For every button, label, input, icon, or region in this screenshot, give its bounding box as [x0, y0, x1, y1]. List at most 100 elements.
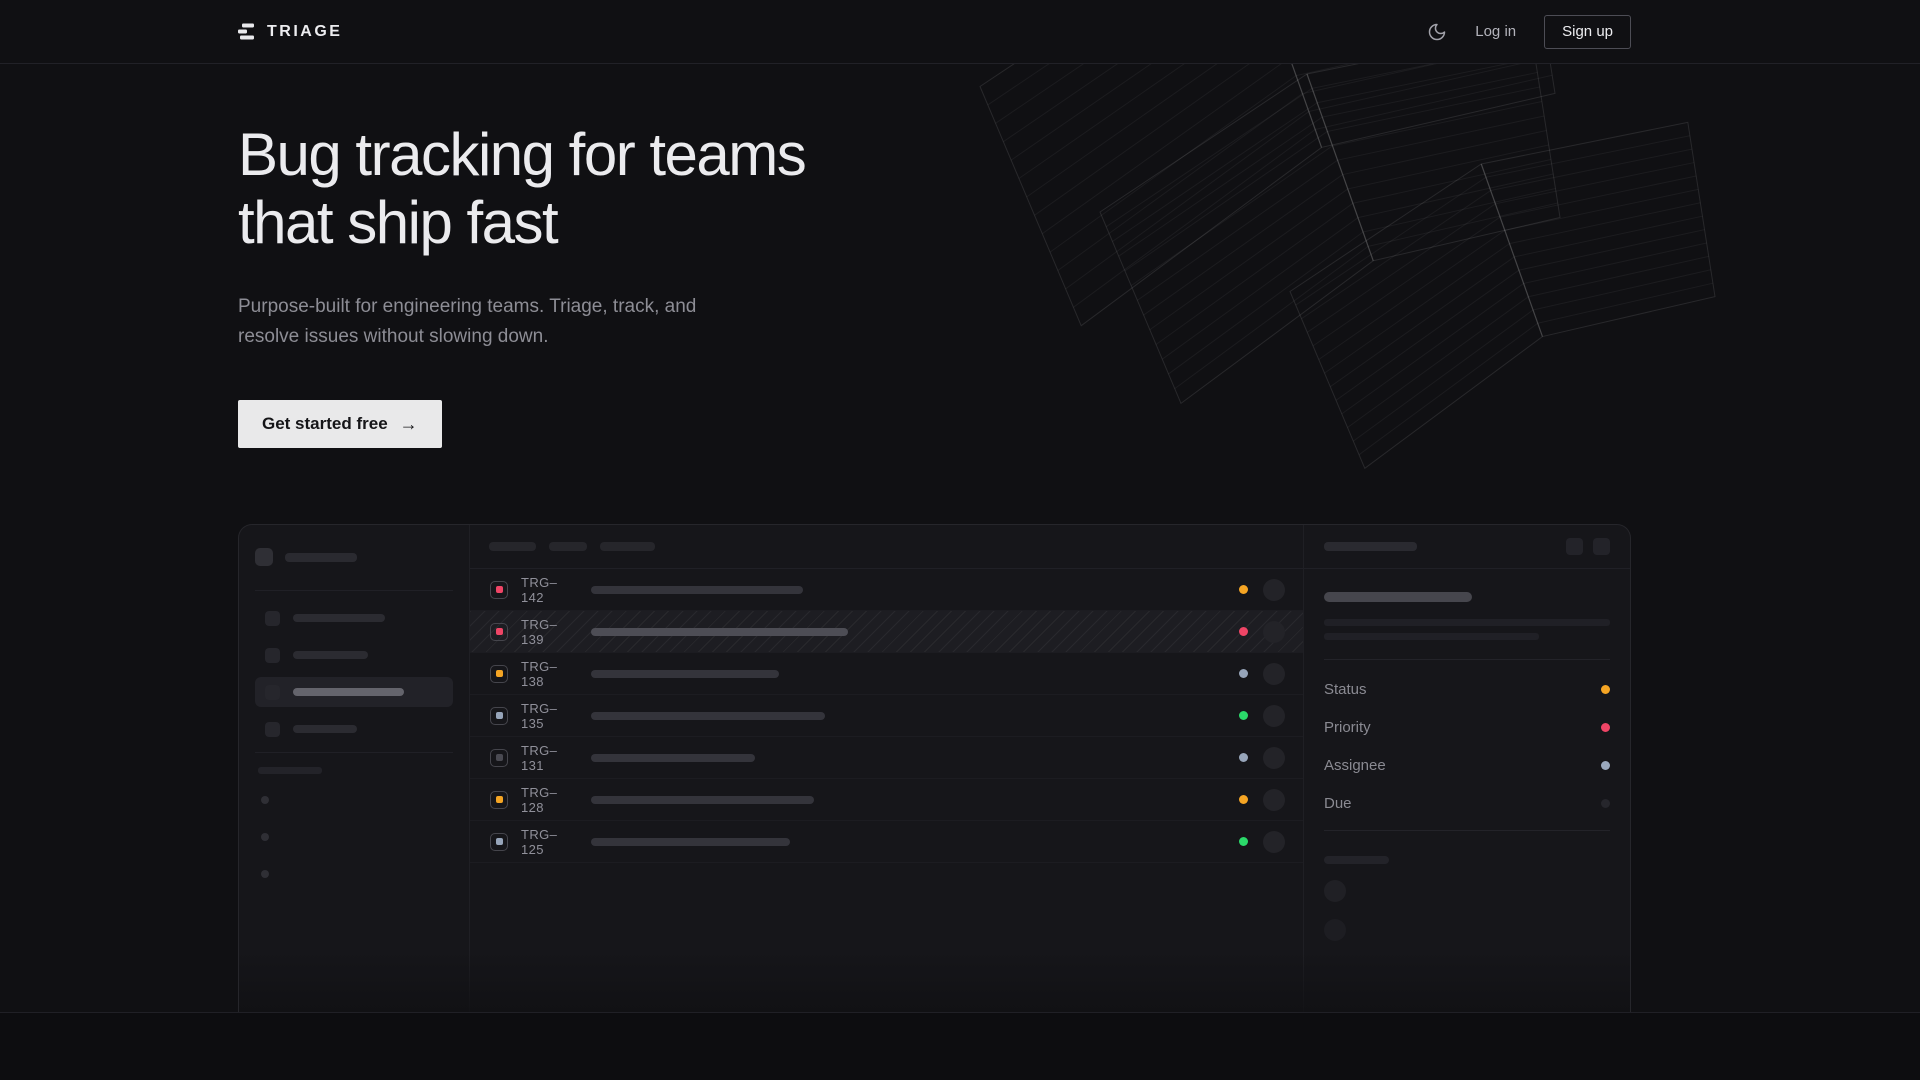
issue-detail-panel: Status Priority Assignee — [1303, 525, 1630, 1013]
issue-title-skeleton — [591, 712, 825, 720]
issue-type-icon — [490, 623, 508, 641]
detail-header — [1304, 525, 1630, 569]
issue-list-header — [470, 525, 1303, 569]
detail-fields: Status Priority Assignee — [1324, 670, 1610, 822]
issue-id: TRG–131 — [521, 743, 579, 773]
detail-field-value-dot — [1601, 723, 1610, 732]
activity-avatar — [1324, 880, 1346, 902]
issue-rows: TRG–142 TRG–139 — [470, 569, 1303, 863]
sidebar-item-skeleton — [293, 651, 368, 659]
nav-actions: Log in Sign up — [1427, 15, 1631, 49]
issue-title-skeleton — [591, 586, 803, 594]
detail-divider — [1324, 659, 1610, 660]
issue-type-icon — [490, 581, 508, 599]
hero-title: Bug tracking for teams that ship fast — [238, 121, 998, 257]
detail-action-button[interactable] — [1593, 538, 1610, 555]
detail-field-row[interactable]: Status — [1324, 670, 1610, 708]
app-mockup-card: TRG–142 TRG–139 — [238, 524, 1631, 1013]
detail-field-value-dot — [1601, 761, 1610, 770]
issue-row[interactable]: TRG–128 — [470, 779, 1303, 821]
login-button[interactable]: Log in — [1475, 23, 1516, 40]
issue-assignee-avatar — [1263, 579, 1285, 601]
sidebar-item-skeleton — [293, 614, 385, 622]
issue-status-dot — [1239, 585, 1248, 594]
theme-toggle-button[interactable] — [1427, 22, 1447, 42]
workspace-row[interactable] — [255, 548, 453, 566]
hero-copy: Bug tracking for teams that ship fast Pu… — [238, 64, 998, 448]
issue-type-icon — [490, 791, 508, 809]
detail-header-actions — [1566, 538, 1610, 555]
issue-row[interactable]: TRG–138 — [470, 653, 1303, 695]
activity-label-skeleton — [1324, 856, 1389, 864]
sidebar-dot — [261, 833, 269, 841]
issue-title-skeleton — [591, 796, 814, 804]
hero-subtitle: Purpose-built for engineering teams. Tri… — [238, 292, 998, 352]
sidebar-item-1[interactable] — [255, 603, 453, 633]
issue-status-dot — [1239, 753, 1248, 762]
detail-field-row[interactable]: Assignee — [1324, 746, 1610, 784]
issue-assignee-avatar — [1263, 789, 1285, 811]
list-tab-skeleton[interactable] — [549, 542, 587, 551]
issue-status-dot — [1239, 711, 1248, 720]
sidebar-item-2[interactable] — [255, 640, 453, 670]
get-started-button[interactable]: Get started free → — [238, 400, 442, 448]
issue-type-icon — [490, 707, 508, 725]
issue-row[interactable]: TRG–125 — [470, 821, 1303, 863]
detail-field-row[interactable]: Due — [1324, 784, 1610, 822]
moon-icon — [1427, 22, 1447, 42]
detail-text-skeleton — [1324, 633, 1539, 640]
issue-id: TRG–128 — [521, 785, 579, 815]
issue-row[interactable]: TRG–139 — [470, 611, 1303, 653]
issue-assignee-avatar — [1263, 705, 1285, 727]
detail-header-skeleton — [1324, 542, 1417, 551]
sidebar-section-skeleton — [258, 767, 322, 774]
issue-assignee-avatar — [1263, 621, 1285, 643]
mockup-sidebar — [239, 525, 470, 1013]
issue-status-dot — [1239, 837, 1248, 846]
triage-logo-icon — [238, 23, 256, 40]
activity-avatar — [1324, 919, 1346, 941]
signup-button[interactable]: Sign up — [1544, 15, 1631, 49]
sidebar-item-3-active[interactable] — [255, 677, 453, 707]
sidebar-item-icon — [265, 648, 280, 663]
detail-action-button[interactable] — [1566, 538, 1583, 555]
sidebar-divider — [255, 590, 453, 591]
issue-id: TRG–125 — [521, 827, 579, 857]
get-started-label: Get started free — [262, 414, 388, 434]
issue-assignee-avatar — [1263, 747, 1285, 769]
hero-section: Bug tracking for teams that ship fast Pu… — [0, 64, 1920, 1013]
list-tab-skeleton[interactable] — [489, 542, 536, 551]
issue-assignee-avatar — [1263, 663, 1285, 685]
issue-status-dot — [1239, 669, 1248, 678]
detail-field-label: Priority — [1324, 719, 1371, 736]
workspace-name-skeleton — [285, 553, 357, 562]
sidebar-dot — [261, 870, 269, 878]
detail-divider — [1324, 830, 1610, 831]
detail-text-skeleton — [1324, 619, 1610, 626]
sidebar-divider — [255, 752, 453, 753]
issue-row[interactable]: TRG–142 — [470, 569, 1303, 611]
issue-id: TRG–138 — [521, 659, 579, 689]
brand-logo[interactable]: TRIAGE — [238, 23, 342, 41]
issue-row[interactable]: TRG–135 — [470, 695, 1303, 737]
sidebar-item-4[interactable] — [255, 714, 453, 744]
detail-field-value-dot — [1601, 799, 1610, 808]
list-tab-skeleton[interactable] — [600, 542, 655, 551]
detail-title-skeleton — [1324, 592, 1472, 602]
issue-title-skeleton — [591, 670, 779, 678]
detail-field-row[interactable]: Priority — [1324, 708, 1610, 746]
issue-type-icon — [490, 749, 508, 767]
issue-id: TRG–135 — [521, 701, 579, 731]
issue-status-dot — [1239, 795, 1248, 804]
landing-page: TRIAGE Log in Sign up Bug tracking for t… — [0, 0, 1920, 1080]
sidebar-dot — [261, 796, 269, 804]
detail-field-label: Status — [1324, 681, 1367, 698]
issue-type-icon — [490, 833, 508, 851]
issue-id: TRG–142 — [521, 575, 579, 605]
issue-title-skeleton — [591, 628, 848, 636]
issue-row[interactable]: TRG–131 — [470, 737, 1303, 779]
detail-field-value-dot — [1601, 685, 1610, 694]
issue-title-skeleton — [591, 838, 790, 846]
detail-body: Status Priority Assignee — [1304, 569, 1630, 941]
sidebar-item-icon — [265, 685, 280, 700]
